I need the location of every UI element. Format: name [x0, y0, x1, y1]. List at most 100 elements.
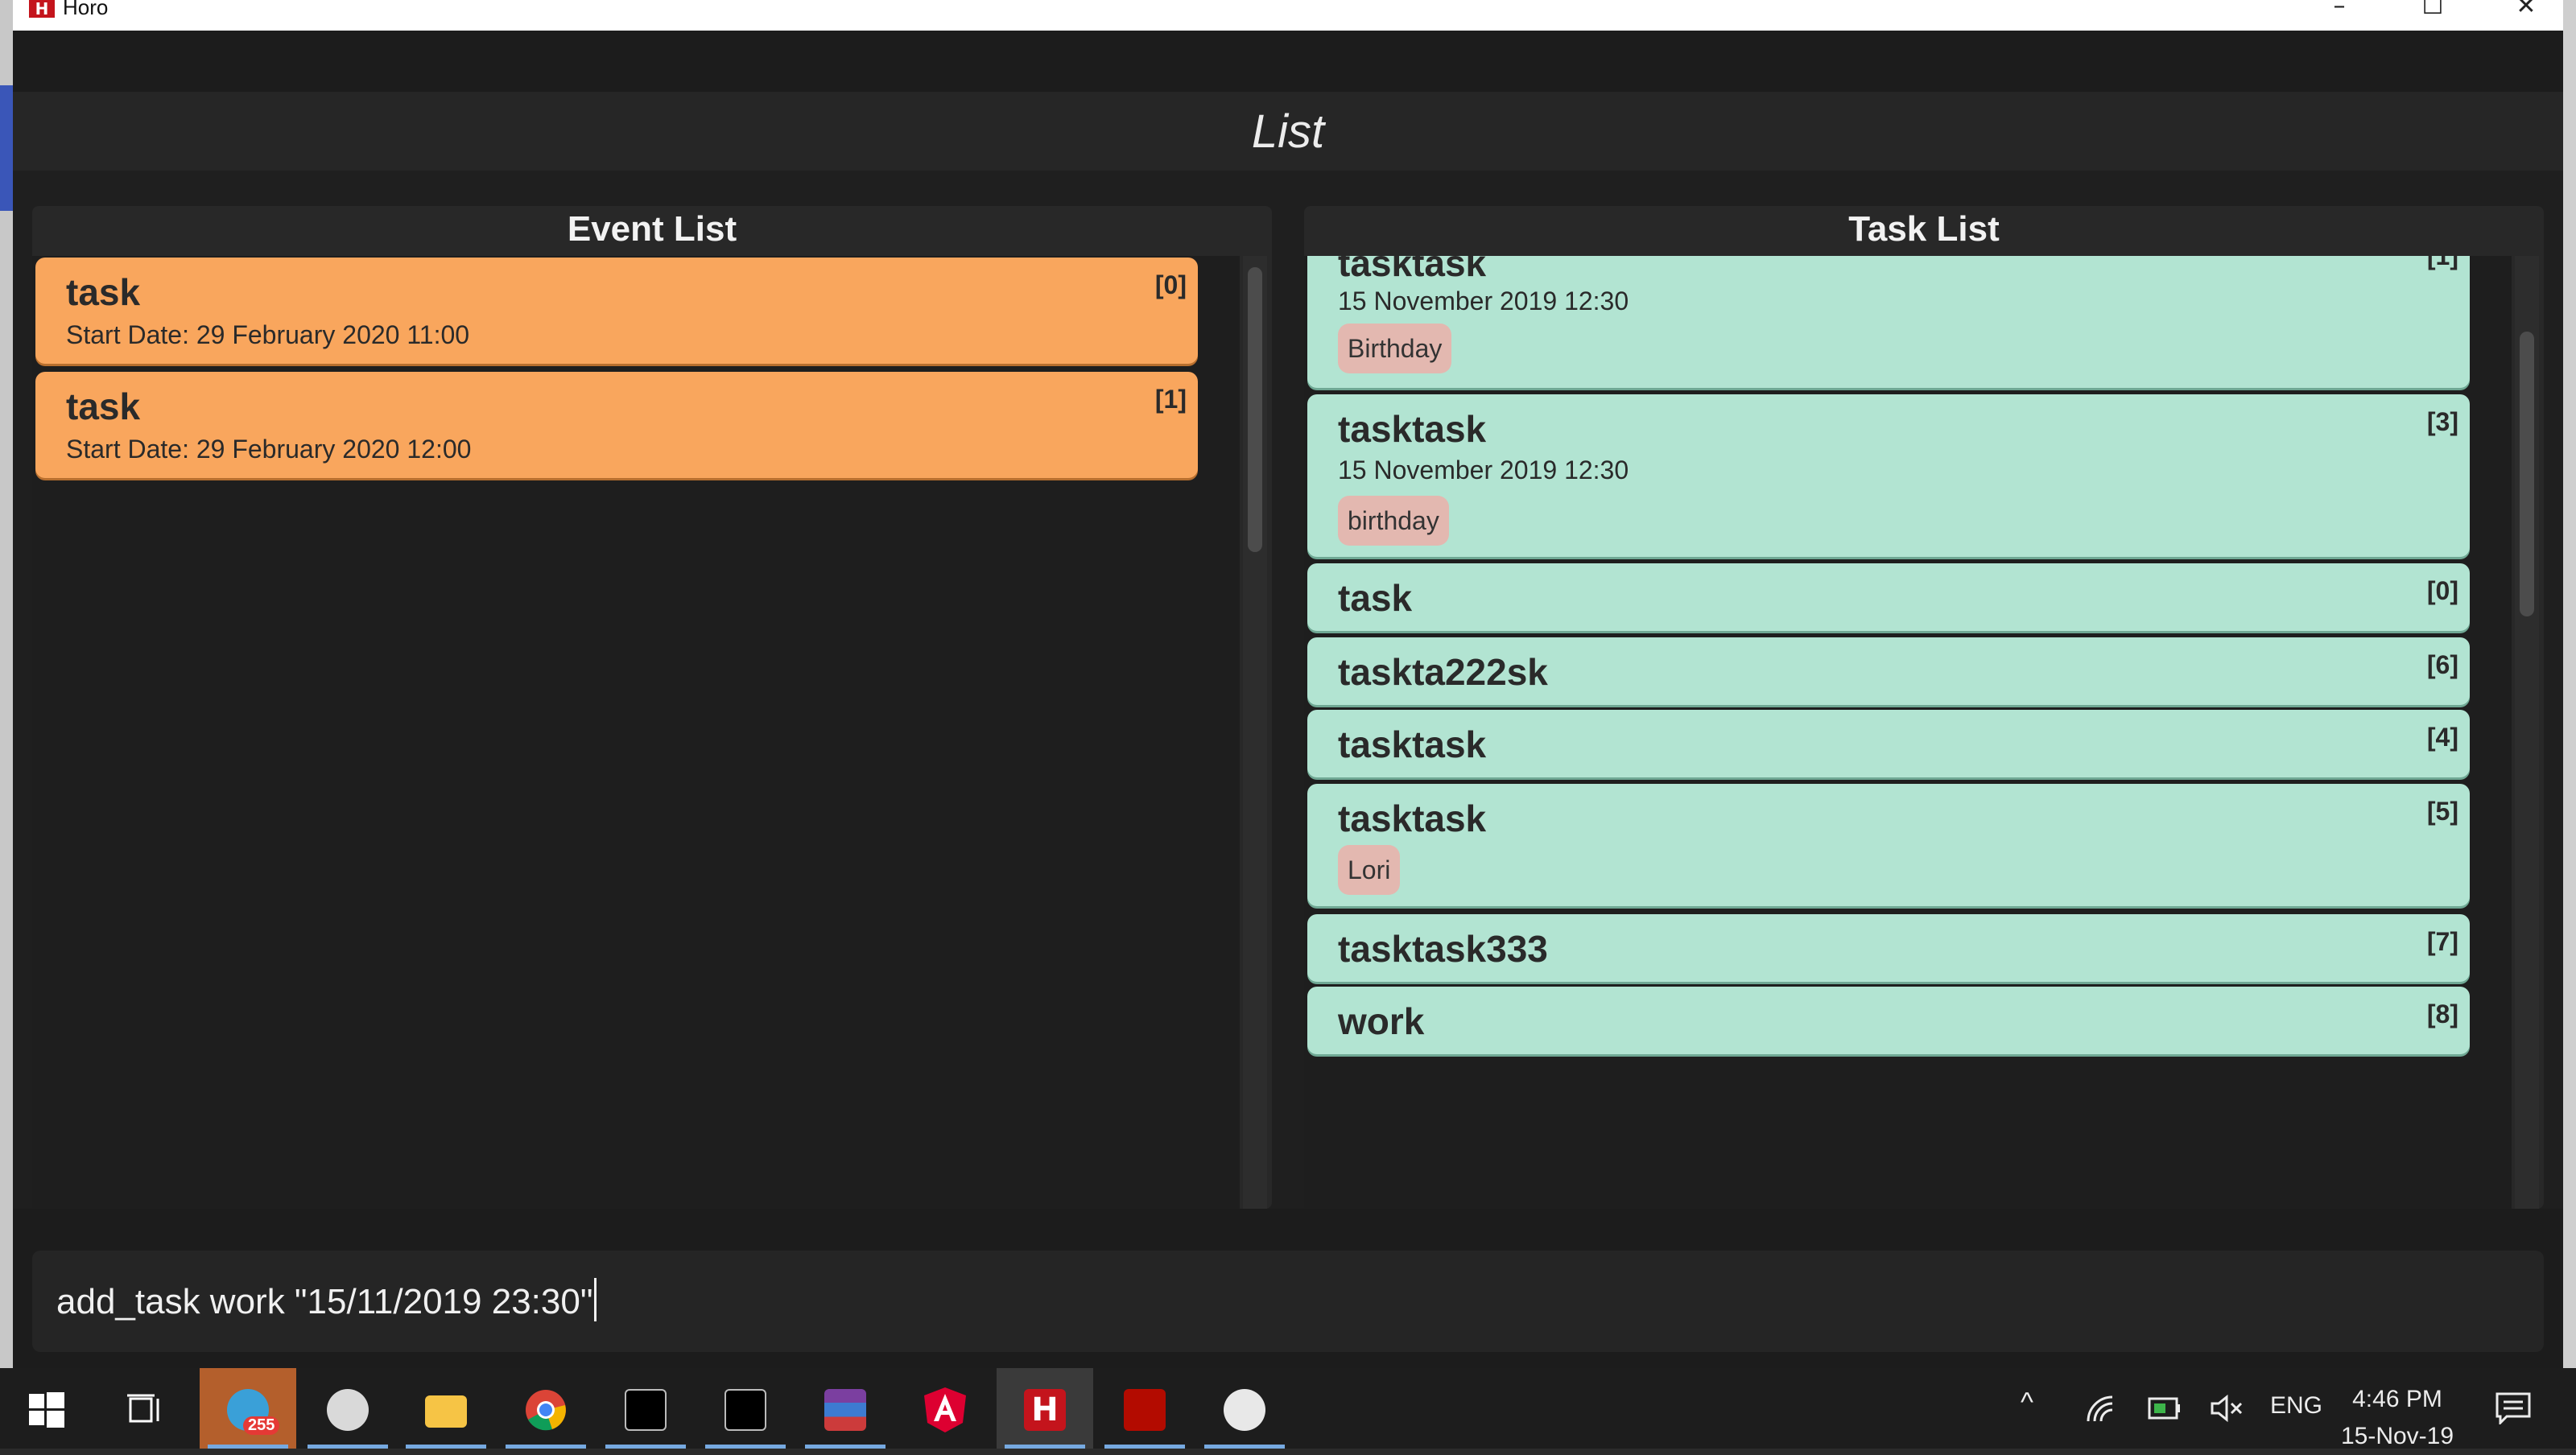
desktop-edge-accent — [0, 85, 13, 211]
command-input[interactable]: add_task work "15/11/2019 23:30" — [32, 1251, 2544, 1352]
system-clock[interactable]: 4:46 PM 15-Nov-19 — [2309, 1381, 2486, 1455]
event-card[interactable]: task Start Date: 29 February 2020 11:00 … — [35, 258, 1198, 364]
task-card[interactable]: tasktask333 [7] — [1307, 914, 2470, 982]
taskbar: 255 H ^ ENG 4:46 PM 15-Nov-19 — [0, 1368, 2576, 1449]
task-name: task — [1338, 577, 1413, 619]
task-card[interactable]: tasktask [4] — [1307, 710, 2470, 777]
windows-icon — [29, 1392, 64, 1428]
snipping-tool-taskbar-app[interactable] — [299, 1368, 396, 1449]
active-indicator — [1104, 1445, 1185, 1449]
minimize-button[interactable]: – — [2307, 0, 2372, 24]
show-hidden-icons-button[interactable]: ^ — [2021, 1387, 2033, 1419]
task-index: [8] — [2426, 1000, 2458, 1028]
folder-icon — [425, 1395, 467, 1428]
event-list-scroll-thumb[interactable] — [1248, 267, 1262, 552]
clock-time: 4:46 PM — [2352, 1386, 2442, 1412]
battery-icon[interactable] — [2148, 1395, 2182, 1421]
angular-icon — [924, 1387, 966, 1432]
start-button[interactable] — [0, 1368, 97, 1449]
task-index: [6] — [2426, 650, 2458, 679]
app-logo-icon: H — [29, 0, 55, 18]
terminal-icon — [625, 1389, 667, 1431]
task-view-button[interactable] — [97, 1368, 193, 1449]
command-value: add_task work "15/11/2019 23:30" — [56, 1282, 593, 1321]
event-name: task — [66, 385, 141, 427]
winrar-icon — [824, 1389, 866, 1431]
notification-center-icon[interactable] — [2496, 1392, 2531, 1424]
task-tag: Birthday — [1338, 324, 1452, 373]
task-index: [4] — [2426, 723, 2458, 752]
chrome-icon — [526, 1390, 566, 1431]
desktop-edge-right — [2563, 0, 2576, 1368]
event-list-panel: Event List task Start Date: 29 February … — [32, 206, 1272, 1209]
task-card[interactable]: tasktask 15 November 2019 12:30 Birthday… — [1307, 256, 2470, 388]
event-name: task — [66, 271, 141, 313]
telegram-taskbar-app[interactable]: 255 — [200, 1368, 296, 1449]
task-name: tasktask — [1338, 408, 1487, 450]
task-list-scroll-thumb[interactable] — [2520, 332, 2534, 616]
event-list-scrollbar[interactable] — [1243, 256, 1267, 1209]
command-prompt-taskbar-app[interactable] — [697, 1368, 794, 1449]
acrobat-taskbar-app[interactable] — [1096, 1368, 1193, 1449]
horo-app-icon: H — [1024, 1389, 1066, 1431]
task-card[interactable]: tasktask Lori [5] — [1307, 784, 2470, 906]
task-index: [0] — [2426, 576, 2458, 605]
winrar-taskbar-app[interactable] — [797, 1368, 894, 1449]
clock-date: 15-Nov-19 — [2340, 1423, 2454, 1449]
angular-taskbar-app[interactable] — [897, 1368, 993, 1449]
command-bar: add_task work "15/11/2019 23:30" — [13, 1209, 2563, 1368]
menu-bar — [13, 31, 2563, 92]
task-index: [5] — [2426, 797, 2458, 826]
task-name: tasktask — [1338, 723, 1487, 765]
task-card[interactable]: work [8] — [1307, 987, 2470, 1054]
task-name: tasktask333 — [1338, 928, 1548, 970]
active-indicator — [805, 1445, 886, 1449]
event-list: task Start Date: 29 February 2020 11:00 … — [32, 256, 1240, 1209]
task-name: tasktask — [1338, 256, 1487, 284]
task-card[interactable]: taskta222sk [6] — [1307, 637, 2470, 705]
task-card[interactable]: tasktask 15 November 2019 12:30 birthday… — [1307, 394, 2470, 557]
notification-badge: 255 — [243, 1416, 280, 1435]
window-title: Horo — [63, 0, 109, 19]
event-index: [1] — [1154, 385, 1187, 414]
task-list-panel: Task List tasktask 15 November 2019 12:3… — [1304, 206, 2544, 1209]
task-view-icon — [127, 1394, 159, 1423]
task-name: taskta222sk — [1338, 651, 1548, 693]
task-list: tasktask 15 November 2019 12:30 Birthday… — [1304, 256, 2512, 1209]
speaker-muted-icon[interactable] — [2211, 1394, 2244, 1423]
event-start-date: Start Date: 29 February 2020 12:00 — [66, 435, 472, 464]
close-button[interactable]: ✕ — [2494, 0, 2558, 24]
active-indicator — [506, 1445, 586, 1449]
paint-taskbar-app[interactable] — [1196, 1368, 1293, 1449]
maximize-button[interactable]: ☐ — [2401, 0, 2465, 24]
command-prompt-icon — [724, 1389, 766, 1431]
task-tag: birthday — [1338, 496, 1449, 546]
command-text[interactable]: add_task work "15/11/2019 23:30" — [56, 1278, 597, 1322]
task-index: [7] — [2426, 927, 2458, 956]
task-list-title: Task List — [1848, 209, 2000, 249]
chrome-taskbar-app[interactable] — [497, 1368, 594, 1449]
active-indicator — [208, 1445, 288, 1449]
file-explorer-taskbar-app[interactable] — [398, 1368, 494, 1449]
terminal-taskbar-app[interactable] — [597, 1368, 694, 1449]
active-indicator — [705, 1445, 786, 1449]
task-list-scrollbar[interactable] — [2515, 256, 2539, 1209]
acrobat-icon — [1124, 1389, 1166, 1431]
task-card[interactable]: task [0] — [1307, 563, 2470, 631]
task-index: [3] — [2426, 407, 2458, 436]
task-date: 15 November 2019 12:30 — [1338, 455, 1629, 484]
app-window: H Horo – ☐ ✕ List Event List task Start … — [13, 0, 2563, 1368]
event-index: [0] — [1154, 270, 1187, 299]
event-start-date: Start Date: 29 February 2020 11:00 — [66, 320, 470, 349]
event-card[interactable]: task Start Date: 29 February 2020 12:00 … — [35, 372, 1198, 478]
active-indicator — [1005, 1445, 1085, 1449]
task-index: [1] — [2426, 256, 2458, 270]
paint-icon — [1224, 1389, 1265, 1431]
text-caret — [594, 1278, 597, 1321]
horo-taskbar-app[interactable]: H — [997, 1368, 1093, 1449]
active-indicator — [308, 1445, 388, 1449]
active-indicator — [605, 1445, 686, 1449]
wifi-icon[interactable] — [2085, 1394, 2117, 1423]
task-name: work — [1338, 1000, 1425, 1042]
page-header: List — [13, 92, 2563, 171]
